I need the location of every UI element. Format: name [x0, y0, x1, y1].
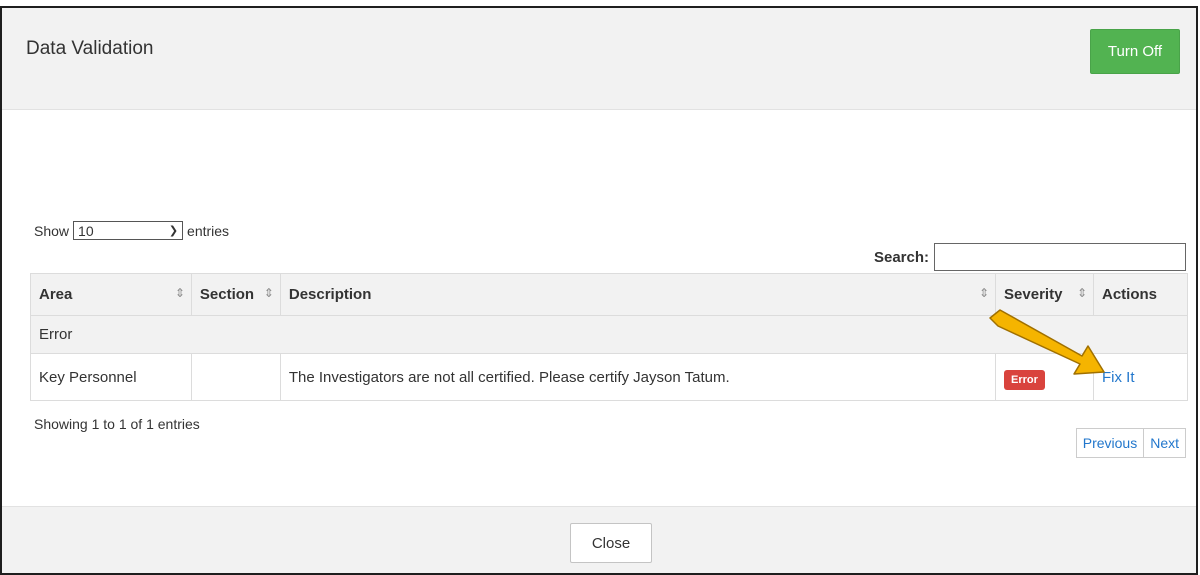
search-control: Search:: [874, 243, 1186, 271]
sort-icon: ⇕: [1076, 286, 1087, 300]
column-header-area-label: Area: [39, 286, 73, 303]
table-info: Showing 1 to 1 of 1 entries: [34, 416, 200, 432]
show-label: Show: [34, 222, 70, 239]
column-header-section[interactable]: Section ⇕: [190, 273, 281, 316]
sort-icon: ⇕: [263, 286, 274, 300]
turn-off-button[interactable]: Turn Off: [1090, 29, 1180, 74]
cell-description: The Investigators are not all certified.…: [279, 353, 997, 401]
annotation-arrow-icon: [989, 309, 1105, 375]
column-header-description-label: Description: [288, 286, 372, 303]
next-page-button[interactable]: Next: [1144, 429, 1185, 457]
search-input[interactable]: [934, 243, 1186, 271]
modal-title: Data Validation: [26, 38, 154, 59]
cell-area: Key Personnel: [30, 353, 192, 401]
column-header-actions-label: Actions: [1102, 286, 1158, 303]
entries-label: entries: [187, 222, 230, 239]
sort-icon: ⇕: [174, 286, 185, 300]
arrow-shape: [989, 309, 1105, 375]
column-header-section-label: Section: [199, 286, 255, 303]
cell-section: [190, 353, 281, 401]
modal-header: Data Validation Turn Off: [2, 8, 1196, 110]
data-validation-modal: Data Validation Turn Off Show 10 ❯ entri…: [0, 6, 1198, 575]
entries-select[interactable]: 10 ❯: [73, 221, 184, 240]
column-header-description[interactable]: Description ⇕: [279, 273, 997, 316]
previous-page-button[interactable]: Previous: [1077, 429, 1145, 457]
column-header-area[interactable]: Area ⇕: [30, 273, 192, 316]
search-label: Search:: [873, 248, 929, 266]
column-header-severity-label: Severity: [1004, 286, 1063, 303]
close-button[interactable]: Close: [570, 523, 652, 563]
modal-footer: Close: [2, 506, 1196, 573]
entries-length-control: Show 10 ❯ entries: [34, 221, 229, 240]
chevron-down-icon: ❯: [168, 225, 179, 237]
pagination: Previous Next: [1075, 428, 1186, 458]
entries-select-value: 10: [78, 222, 94, 239]
sort-icon: ⇕: [978, 286, 990, 300]
screenshot-stage: Data Validation Turn Off Show 10 ❯ entri…: [0, 0, 1200, 575]
